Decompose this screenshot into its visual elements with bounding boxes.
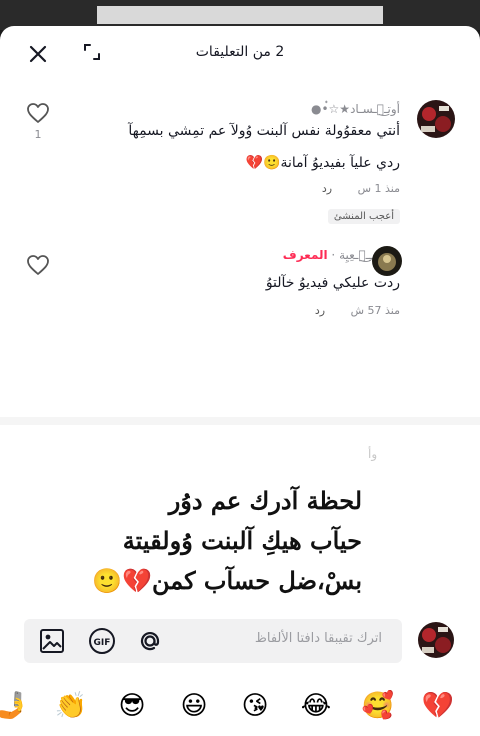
comments-sheet: 2 من التعليقات أوتـ๋͜ـسـاد★☆๋•● أنتي معق… <box>0 26 480 736</box>
comment-text: ردت عليكي فيديوُ خآلتوُ <box>265 275 400 291</box>
overlay-line: بسْ،ضل حسآب كمن💔🙂 <box>92 566 362 595</box>
image-icon[interactable] <box>38 627 66 655</box>
emoji-love-face[interactable]: 🥰 <box>360 688 396 724</box>
like-control[interactable]: 1 <box>25 102 51 141</box>
comment-input-bar[interactable]: GIF اترك تقيبقا دافتا الألفاظ <box>24 619 402 663</box>
video-text-overlay: لحظة آدرك عم دوُر حيآب هيكِ آلبنت وُولقي… <box>62 481 362 601</box>
comment-input-placeholder[interactable]: اترك تقيبقا دافتا الألفاظ <box>255 631 382 646</box>
reply-button[interactable]: رد <box>322 182 332 195</box>
overlay-line: حيآب هيكِ آلبنت وُولقيتة <box>122 526 362 555</box>
close-icon[interactable] <box>26 42 50 66</box>
heart-outline-icon[interactable] <box>26 254 50 276</box>
comment-meta: منذ 57 ش رد <box>315 304 400 317</box>
quick-emoji-row: 💔 🥰 😂 😘 😃 😎 👏 🤳 <box>0 682 480 736</box>
emoji-laughing[interactable]: 😂 <box>298 688 334 724</box>
comment-text-line: أنتي معقوُولة نفس آلبنت وُولآ عم تمِشي ب… <box>128 123 400 139</box>
expand-icon[interactable] <box>82 42 102 62</box>
heart-outline-icon[interactable] <box>26 102 50 124</box>
comment-username[interactable]: أوتـ๋͜ـسـاد★☆๋•● <box>311 100 400 119</box>
video-preview[interactable]: وأ لحظة آدرك عم دوُر حيآب هيكِ آلبنت وُو… <box>0 425 480 635</box>
emoji-selfie[interactable]: 🤳 <box>0 688 30 724</box>
background-video-glimpse <box>97 6 383 24</box>
like-control[interactable] <box>25 254 51 280</box>
author-avatar[interactable] <box>372 246 402 276</box>
gif-icon[interactable]: GIF <box>88 627 116 655</box>
comment-item: أوتـ๋͜ـسـاد★☆๋•● أنتي معقوُولة نفس آلبنت… <box>0 96 480 246</box>
separator: · <box>327 248 336 262</box>
comments-header: 2 من التعليقات <box>0 26 480 82</box>
svg-text:GIF: GIF <box>94 638 111 648</box>
emoji-grin[interactable]: 😃 <box>176 688 212 724</box>
reply-button[interactable]: رد <box>315 304 325 317</box>
overlay-line: لحظة آدرك عم دوُر <box>168 486 362 515</box>
creator-liked-badge: أعجب المنشئ <box>327 209 400 224</box>
comment-meta: منذ 1 س رد <box>322 182 400 195</box>
comment-item: مَرَاجَــِـ๋͜ـعِيِة · المعرف ردت عليكي ف… <box>0 242 480 332</box>
like-count: 1 <box>34 128 42 141</box>
mention-icon[interactable] <box>136 627 164 655</box>
my-avatar <box>418 622 454 658</box>
emoji-clap[interactable]: 👏 <box>53 688 89 724</box>
emoji-cool[interactable]: 😎 <box>114 688 150 724</box>
comment-time: منذ 57 ش <box>350 304 400 317</box>
emoji-broken-heart[interactable]: 💔 <box>420 688 456 724</box>
emoji-kiss[interactable]: 😘 <box>237 688 273 724</box>
author-tag: المعرف <box>282 248 328 262</box>
comments-count-title: 2 من التعليقات <box>195 44 285 60</box>
section-divider <box>0 417 480 425</box>
comment-text: أنتي معقوُولة نفس آلبنت وُولآ عم تمِشي ب… <box>70 118 400 176</box>
comment-text-line: ردي عليآ بفيديوُ آمانة🙂💔 <box>245 155 400 171</box>
overlay-hint: وأ <box>368 447 378 461</box>
comment-time: منذ 1 س <box>357 182 400 195</box>
avatar[interactable] <box>417 100 455 138</box>
